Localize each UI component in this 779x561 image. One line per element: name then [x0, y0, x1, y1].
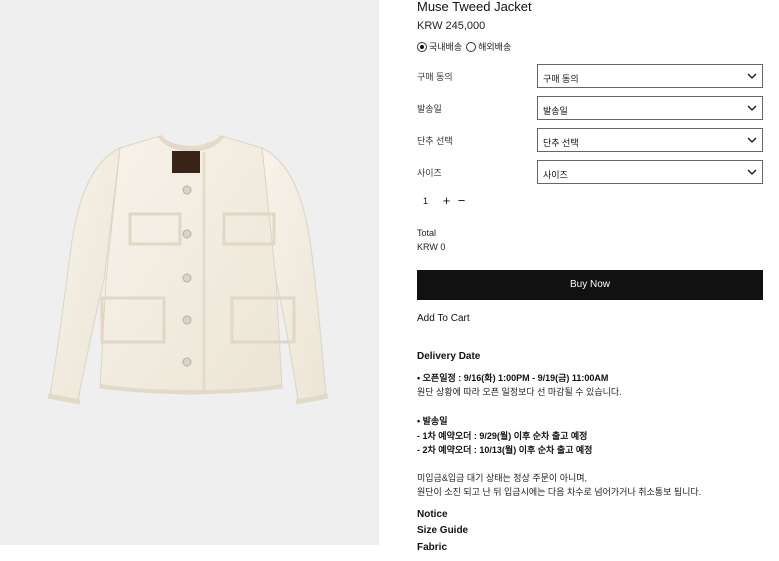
option-label: 사이즈 — [417, 168, 442, 178]
select-value: 사이즈 — [543, 170, 568, 180]
fabric-link[interactable]: Fabric — [417, 542, 447, 553]
select-value: 구매 동의 — [543, 74, 579, 84]
shipping-domestic-label: 국내배송 — [429, 42, 463, 52]
product-title: Muse Tweed Jacket — [417, 0, 532, 14]
total-value: KRW 0 — [417, 242, 446, 252]
button-choice-select[interactable]: 단추 선택 — [537, 128, 763, 152]
quantity-plus-button[interactable]: + — [439, 194, 454, 208]
option-row-purchase-agreement: 구매 동의 구매 동의 — [417, 64, 763, 88]
product-image[interactable] — [0, 0, 379, 545]
option-row-ship-date: 발송일 발송일 — [417, 96, 763, 120]
payment-note-line-1: 미입금&입금 대기 상태는 정상 주문이 아니며, — [417, 473, 588, 483]
payment-note-line-2: 원단이 소진 되고 난 뒤 입금시에는 다음 차수로 넘어가거나 취소통보 됩니… — [417, 487, 702, 497]
shipping-options: 국내배송 해외배송 — [417, 40, 515, 53]
size-select[interactable]: 사이즈 — [537, 160, 763, 184]
radio-unchecked-icon[interactable] — [466, 41, 477, 52]
total-label: Total — [417, 228, 437, 238]
open-schedule-text: • 오픈일정 : 9/16(화) 1:00PM - 9/19(금) 11:00A… — [417, 373, 609, 383]
chevron-down-icon — [747, 73, 757, 79]
add-to-cart-link[interactable]: Add To Cart — [417, 313, 470, 324]
buy-now-button[interactable]: Buy Now — [417, 270, 763, 300]
option-label: 구매 동의 — [417, 72, 453, 82]
option-row-button-choice: 단추 선택 단추 선택 — [417, 128, 763, 152]
chevron-down-icon — [747, 137, 757, 143]
ship-date-title: • 발송일 — [417, 416, 448, 426]
quantity-value[interactable]: 1 — [417, 196, 439, 206]
select-value: 단추 선택 — [543, 138, 579, 148]
radio-checked-icon[interactable] — [417, 41, 427, 52]
product-price: KRW 245,000 — [417, 20, 486, 32]
shipping-overseas-option[interactable]: 해외배송 — [466, 40, 511, 53]
size-guide-link[interactable]: Size Guide — [417, 525, 468, 536]
option-row-size: 사이즈 사이즈 — [417, 160, 763, 184]
option-label: 발송일 — [417, 104, 442, 114]
option-label: 단추 선택 — [417, 136, 453, 146]
jacket-illustration — [47, 134, 329, 405]
shipping-domestic-option[interactable]: 국내배송 — [417, 40, 462, 53]
select-value: 발송일 — [543, 106, 568, 116]
chevron-down-icon — [747, 169, 757, 175]
ship-first-order-text: - 1차 예약오더 : 9/29(월) 이후 순차 출고 예정 — [417, 431, 588, 441]
chevron-down-icon — [747, 105, 757, 111]
purchase-agreement-select[interactable]: 구매 동의 — [537, 64, 763, 88]
quantity-minus-button[interactable]: − — [454, 194, 469, 208]
shipping-overseas-label: 해외배송 — [478, 42, 512, 52]
open-note-text: 원단 상황에 따라 오픈 일정보다 선 마감될 수 있습니다. — [417, 387, 622, 397]
notice-link[interactable]: Notice — [417, 509, 448, 520]
ship-second-order-text: - 2차 예약오더 : 10/13(월) 이후 순차 출고 예정 — [417, 445, 593, 455]
ship-date-select[interactable]: 발송일 — [537, 96, 763, 120]
quantity-stepper: 1 + − — [417, 194, 477, 208]
delivery-date-heading: Delivery Date — [417, 351, 481, 362]
